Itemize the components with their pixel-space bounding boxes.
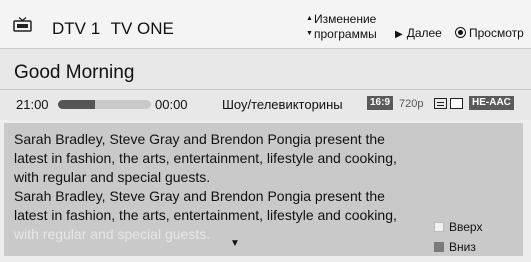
radio-dot-icon [455,27,466,39]
program-progress-fill [58,100,96,109]
down-arrow-icon: ▼ [306,29,313,37]
subtitle-icon [434,98,447,109]
description-text: Sarah Bradley, Steve Gray and Brendon Po… [14,130,424,225]
audio-format-badge: HE-AAC [469,96,514,110]
next-button[interactable]: ▶ Далее [395,26,442,40]
change-program-label-2: программы [314,26,377,41]
description-faded-line: with regular and special guests. [14,226,211,242]
start-time: 21:00 [16,97,49,112]
view-label: Просмотр [469,26,524,40]
up-color-swatch [434,221,444,232]
view-button[interactable]: Просмотр [455,26,524,40]
description-line: Sarah Bradley, Steve Gray and Brendon Po… [14,131,385,147]
scroll-up-label: Вверх [449,220,483,234]
tv-icon [13,17,32,32]
closed-caption-icon [450,98,463,109]
down-color-swatch [434,241,444,252]
channel-number: DTV 1 [52,19,101,38]
scroll-down-legend: Вниз [434,240,476,254]
scroll-down-label: Вниз [449,240,476,254]
genre-label: Шоу/телевикторины [222,97,343,112]
scroll-down-arrow-icon[interactable]: ▼ [230,238,240,249]
change-program-label-1: Изменение [314,12,377,26]
description-line: latest in fashion, the arts, entertainme… [14,207,397,223]
description-line: with regular and special guests. [14,169,211,185]
program-info-panel: DTV 1 TV ONE ▲Изменение ▼программы ▶ Дале… [0,0,531,262]
scroll-up-legend: Вверх [434,220,482,234]
change-program-button[interactable]: ▲Изменение ▼программы [306,12,377,42]
end-time: 00:00 [155,97,188,112]
up-arrow-icon: ▲ [306,14,313,22]
description-line: latest in fashion, the arts, entertainme… [14,150,397,166]
channel-name: TV ONE [110,19,174,38]
aspect-ratio-badge: 16:9 [367,96,394,110]
next-label: Далее [406,26,442,40]
play-triangle-icon: ▶ [395,29,403,40]
resolution-label: 720p [399,98,424,110]
description-line: Sarah Bradley, Steve Gray and Brendon Po… [14,188,385,204]
program-title: Good Morning [14,62,135,83]
program-progress-bar [58,100,151,109]
channel-info: DTV 1 TV ONE [52,19,180,39]
